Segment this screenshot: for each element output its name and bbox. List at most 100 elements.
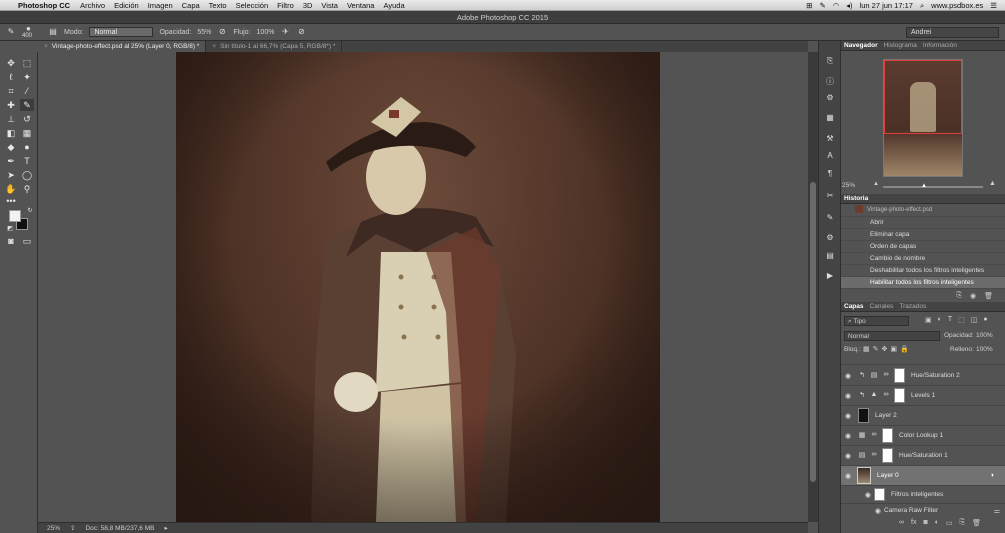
flow-value[interactable]: 100% <box>257 29 275 36</box>
scrollbar-thumb[interactable] <box>810 182 816 482</box>
tab-sin-titulo[interactable]: × Sin título-1 al 66,7% (Capa 5, RGB/8*) … <box>206 41 343 52</box>
group-folder-icon[interactable]: ▭ <box>946 519 953 527</box>
list-icon[interactable]: ☰ <box>990 1 997 10</box>
zoom-level[interactable]: 25% <box>47 525 60 532</box>
menu-3d[interactable]: 3D <box>303 1 313 10</box>
info-panel-icon[interactable]: ⓘ <box>824 76 836 86</box>
eye-icon[interactable]: ◉ <box>841 472 855 480</box>
filter-toggle-icon[interactable]: ● <box>983 316 987 324</box>
brush-panel-icon[interactable]: ▤ <box>48 27 58 37</box>
actions-panel-icon[interactable]: ▶ <box>824 271 836 281</box>
blur-tool-icon[interactable]: ◆ <box>4 141 18 153</box>
zoom-slider[interactable]: ▲ <box>883 183 983 189</box>
tab-vintage-photo[interactable]: × Vintage-photo-effect.psd al 25% (Layer … <box>38 41 207 52</box>
pressure-size-icon[interactable]: ⊘ <box>296 27 306 37</box>
close-tab-icon[interactable]: × <box>44 43 48 50</box>
share-icon[interactable]: ⇪ <box>70 524 75 532</box>
shape-tool-icon[interactable]: ◯ <box>20 169 34 181</box>
menu-filtro[interactable]: Filtro <box>277 1 294 10</box>
layer-row[interactable]: ◉ ↰ ▤ ∞ Hue/Saturation 2 <box>841 366 1005 386</box>
wifi-icon[interactable]: ◠ <box>833 1 840 10</box>
quick-mask-icon[interactable]: ◙ <box>4 235 18 247</box>
add-mask-icon[interactable]: ◙ <box>923 519 927 527</box>
trash-icon[interactable]: 🗑 <box>984 292 993 300</box>
hand-tool-icon[interactable]: ✋ <box>4 183 18 195</box>
eye-icon[interactable]: ◉ <box>841 392 855 400</box>
airbrush-icon[interactable]: ✈ <box>280 27 290 37</box>
filter-options-icon[interactable]: ⚌ <box>994 507 1000 515</box>
history-brush-tool-icon[interactable]: ↺ <box>20 113 34 125</box>
navigator-zoom[interactable]: 25% <box>842 182 855 189</box>
menu-imagen[interactable]: Imagen <box>148 1 173 10</box>
zoom-tool-icon[interactable]: ⚲ <box>20 183 34 195</box>
character-panel-icon[interactable]: A <box>824 151 836 161</box>
menu-texto[interactable]: Texto <box>209 1 227 10</box>
tab-trazados[interactable]: Trazados <box>899 303 926 310</box>
history-item[interactable]: Eliminar capa <box>841 229 1005 241</box>
pixel-filter-icon[interactable]: ▣ <box>925 316 932 324</box>
status-menu-icon[interactable]: ▸ <box>164 524 167 532</box>
history-panel-icon[interactable]: ⎘ <box>824 56 836 66</box>
canvas-vertical-scrollbar[interactable] <box>808 52 818 522</box>
doc-size[interactable]: Doc: 58,8 MB/237,6 MB <box>85 525 154 532</box>
dropbox-icon[interactable]: ⊞ <box>806 1 812 10</box>
workspace-select[interactable]: Andrei <box>906 27 999 38</box>
eyedropper-tool-icon[interactable]: ⁄ <box>20 85 34 97</box>
eraser-tool-icon[interactable]: ◧ <box>4 127 18 139</box>
layer-mask-thumb[interactable] <box>882 428 893 443</box>
brush-panel-icon[interactable]: ✎ <box>824 213 836 223</box>
layer-row[interactable]: ◉ ▦ ∞ Color Lookup 1 <box>841 426 1005 446</box>
marquee-tool-icon[interactable]: ⬚ <box>20 57 34 69</box>
foreground-color-swatch[interactable] <box>9 210 21 222</box>
history-snapshot[interactable]: Vintage-photo-effect.psd <box>841 204 1005 217</box>
pen-tool-icon[interactable]: ✒ <box>4 155 18 167</box>
layer-mask-thumb[interactable] <box>894 388 905 403</box>
history-item-selected[interactable]: Habilitar todos los filtros inteligentes <box>841 277 1005 289</box>
layer-filter-select[interactable]: ⌕ Tipo <box>844 316 909 326</box>
paragraph-panel-icon[interactable]: ¶ <box>824 169 836 179</box>
pressure-opacity-icon[interactable]: ⊘ <box>217 27 227 37</box>
canvas-area[interactable] <box>38 52 808 522</box>
eye-icon[interactable]: ◉ <box>841 412 855 420</box>
history-item[interactable]: Orden de capas <box>841 241 1005 253</box>
smart-object-filter-icon[interactable]: ◫ <box>971 316 978 324</box>
close-tab-icon[interactable]: × <box>212 43 216 50</box>
eye-icon[interactable]: ◉ <box>841 507 881 515</box>
swatches-panel-icon[interactable]: ▦ <box>824 113 836 123</box>
adjustment-filter-icon[interactable]: ◐ <box>938 316 942 324</box>
lasso-tool-icon[interactable]: ℓ <box>4 71 18 83</box>
tab-capas[interactable]: Capas <box>844 303 864 310</box>
brush-tool-icon[interactable]: ✎ <box>20 99 34 111</box>
shape-filter-icon[interactable]: ⬚ <box>958 316 965 324</box>
pen-icon[interactable]: ✎ <box>819 1 825 10</box>
history-item[interactable]: Cambio de nombre <box>841 253 1005 265</box>
menu-ayuda[interactable]: Ayuda <box>383 1 404 10</box>
adjustment-layer-icon[interactable]: ◐ <box>935 519 939 527</box>
app-menu[interactable]: Photoshop CC <box>18 1 70 10</box>
layer-row[interactable]: ◉ ↰ ▲ ∞ Levels 1 <box>841 386 1005 406</box>
new-document-icon[interactable]: ⎘ <box>956 292 962 300</box>
smart-object-thumb[interactable] <box>857 467 871 484</box>
mode-select[interactable]: Normal <box>89 27 154 37</box>
layer-thumb[interactable] <box>858 408 869 423</box>
more-tools-icon[interactable]: ••• <box>4 195 18 207</box>
fx-icon[interactable]: fx <box>911 519 916 527</box>
brush-preset-picker[interactable]: ● 400 <box>22 24 42 40</box>
menu-ventana[interactable]: Ventana <box>347 1 375 10</box>
swap-colors-icon[interactable]: ↻ <box>23 205 37 217</box>
crop-tool-icon[interactable]: ⌗ <box>4 85 18 97</box>
history-title[interactable]: Historia <box>844 195 868 202</box>
healing-tool-icon[interactable]: ✚ <box>4 99 18 111</box>
brush-tool-icon[interactable]: ✎ <box>6 27 16 37</box>
smart-filter-mask-thumb[interactable] <box>874 488 885 501</box>
zoom-in-icon[interactable]: ▲ <box>989 180 996 187</box>
layer-mask-thumb[interactable] <box>894 368 905 383</box>
blend-mode-select[interactable]: Normal <box>844 331 940 341</box>
menu-edicion[interactable]: Edición <box>114 1 139 10</box>
opacity-value[interactable]: 55% <box>197 29 211 36</box>
timeline-icon[interactable]: ▤ <box>824 251 836 261</box>
layer-row[interactable]: ◉ Layer 2 <box>841 406 1005 426</box>
zoom-out-icon[interactable]: ▲ <box>873 181 879 187</box>
dodge-tool-icon[interactable]: ● <box>20 141 34 153</box>
menu-archivo[interactable]: Archivo <box>80 1 105 10</box>
